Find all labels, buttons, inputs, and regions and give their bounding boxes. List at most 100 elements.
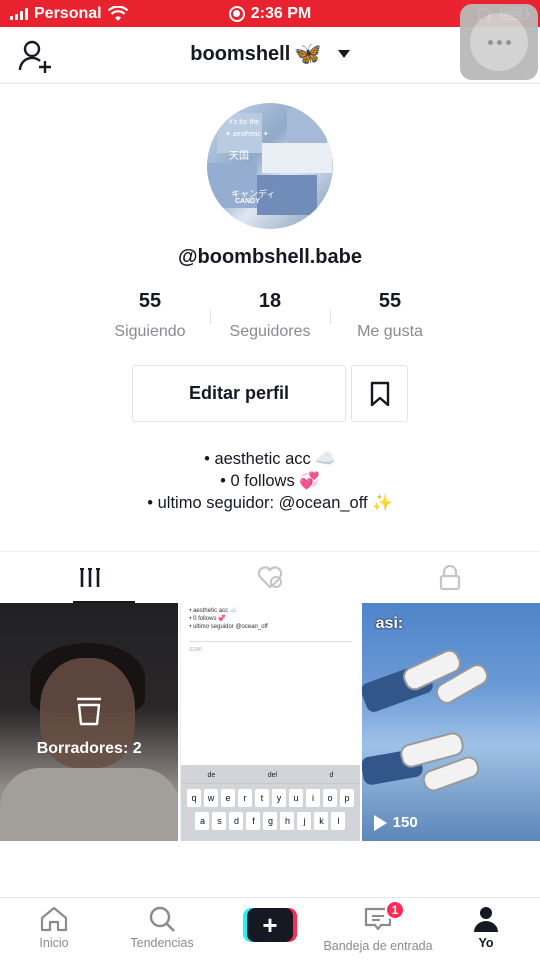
avatar-tile [262, 143, 332, 173]
profile-icon [474, 907, 498, 932]
stat-label: Siguiendo [114, 323, 186, 340]
drafts-icon [77, 697, 102, 726]
plus-icon: + [247, 908, 293, 942]
more-options-button[interactable] [460, 4, 538, 80]
assistive-ring [470, 13, 528, 71]
stat-label: Me gusta [357, 323, 423, 340]
keyboard-key: e [220, 789, 235, 807]
account-switcher[interactable]: boomshell 🦋 [0, 41, 540, 67]
note-counter: 62/80 [189, 647, 202, 653]
keyboard-key: t [254, 789, 269, 807]
butterfly-emoji: 🦋 [294, 41, 322, 66]
lock-icon [439, 564, 461, 590]
note-text: • aesthetic acc ☁️ • 0 follows 💞 • ultim… [189, 607, 267, 631]
divider [189, 641, 352, 642]
nav-discover[interactable]: Tendencias [122, 898, 202, 950]
keyboard-image: de del d qwertyuiop asdfghjkl [181, 765, 360, 841]
nav-me[interactable]: Yo [466, 898, 506, 950]
drafts-label: Borradores: 2 [36, 740, 142, 757]
keyboard-key: d [229, 812, 244, 830]
avatar-tile [287, 108, 327, 143]
create-button[interactable]: + [243, 908, 297, 942]
stat-label: Seguidores [229, 323, 311, 340]
keyboard-key: p [339, 789, 354, 807]
note-line: • ultimo seguidor @ocean_off [189, 624, 268, 630]
bio-line: • ultimo seguidor: @ocean_off ✨ [147, 494, 393, 512]
video-tile[interactable]: asi: 150 [361, 603, 540, 841]
keyboard-row: qwertyuiop [181, 789, 359, 807]
tab-videos[interactable] [0, 552, 180, 603]
suggestion: d [329, 772, 334, 779]
stat-followers[interactable]: 18 Seguidores [210, 290, 330, 341]
tab-liked[interactable] [180, 552, 360, 603]
keyboard-key: u [288, 789, 303, 807]
avatar-text: CANDY [235, 198, 260, 205]
keyboard-key: h [280, 812, 295, 830]
drafts-tile[interactable]: Borradores: 2 [0, 603, 179, 841]
status-bar: Personal 2:36 PM [0, 0, 540, 27]
bio-line: • 0 follows 💞 [220, 472, 320, 490]
profile-bio: • aesthetic acc ☁️ • 0 follows 💞 • ultim… [0, 448, 540, 514]
chevron-down-icon [337, 50, 350, 58]
inbox-badge: 1 [385, 900, 405, 920]
keyboard-key: j [297, 812, 312, 830]
keyboard-key: y [271, 789, 286, 807]
grid-icon [80, 567, 100, 587]
keyboard-key: r [237, 789, 252, 807]
inbox-icon-wrap: 1 [363, 900, 405, 935]
profile-stats: 55 Siguiendo 18 Seguidores 55 Me gusta [90, 290, 450, 341]
header-username: boomshell [190, 42, 291, 65]
nav-home[interactable]: Inicio [26, 898, 82, 950]
nav-label: Tendencias [130, 936, 194, 950]
bookmark-icon [370, 381, 389, 406]
keyboard-key: a [195, 812, 210, 830]
favorites-button[interactable] [351, 365, 408, 422]
avatar-text: it's for the [229, 119, 260, 126]
home-icon [40, 906, 68, 932]
keyboard-key: f [246, 812, 261, 830]
nav-label: Bandeja de entrada [323, 939, 433, 953]
keyboard-key: q [186, 789, 201, 807]
content-tabs [0, 551, 540, 603]
note-line: • 0 follows 💞 [189, 616, 226, 622]
keyboard-key: i [305, 789, 320, 807]
search-icon [149, 906, 175, 932]
avatar-text: ✦ aesthetic ✦ [225, 131, 269, 138]
keyboard-row: asdfghjkl [181, 812, 359, 830]
keyboard-key: w [203, 789, 218, 807]
bottom-nav: Inicio Tendencias + 1 Bandeja de entrada… [0, 897, 540, 960]
suggestion: del [267, 772, 278, 779]
video-grid: Borradores: 2 • aesthetic acc ☁️ • 0 fol… [0, 603, 540, 841]
view-count-value: 150 [392, 814, 418, 831]
stat-value: 55 [138, 290, 162, 312]
nav-label: Yo [478, 936, 494, 950]
keyboard-key: o [322, 789, 337, 807]
keyboard-key: g [263, 812, 278, 830]
video-caption: asi: [375, 615, 404, 632]
stat-value: 55 [378, 290, 402, 312]
stat-likes[interactable]: 55 Me gusta [330, 290, 450, 341]
suggestion: de [207, 772, 216, 779]
play-icon [373, 814, 387, 831]
status-center: 2:36 PM [0, 5, 540, 23]
tab-private[interactable] [360, 552, 540, 603]
keyboard-key: k [314, 812, 329, 830]
bio-line: • aesthetic acc ☁️ [204, 450, 336, 468]
video-tile[interactable]: • aesthetic acc ☁️ • 0 follows 💞 • ultim… [180, 603, 360, 841]
stat-following[interactable]: 55 Siguiendo [90, 290, 210, 341]
note-line: • aesthetic acc ☁️ [189, 608, 238, 614]
stat-value: 18 [258, 290, 282, 312]
keyboard-key: l [331, 812, 346, 830]
recording-icon [228, 5, 245, 22]
keyboard-key: s [212, 812, 227, 830]
drafts-info: Borradores: 2 [0, 695, 178, 758]
view-count: 150 [373, 814, 418, 831]
keyboard-suggestions: de del d [181, 768, 360, 784]
status-time: 2:36 PM [250, 4, 312, 22]
edit-profile-button[interactable]: Editar perfil [132, 365, 346, 422]
avatar[interactable]: it's for the ✦ aesthetic ✦ 天国 キャンディ CAND… [207, 103, 333, 229]
nav-inbox[interactable]: 1 Bandeja de entrada [318, 898, 438, 953]
profile-header: boomshell 🦋 [0, 27, 540, 84]
profile-handle: @boombshell.babe [178, 246, 362, 268]
nav-label: Inicio [39, 936, 69, 950]
